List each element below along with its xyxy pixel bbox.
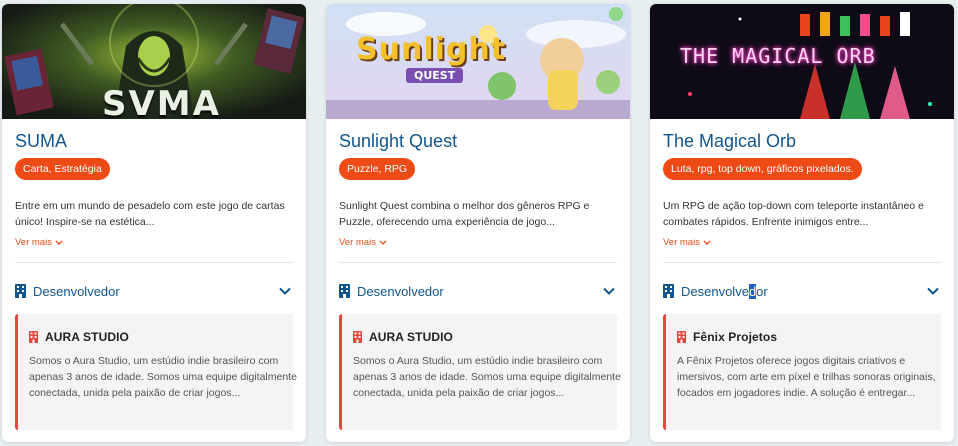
chevron-down-icon[interactable] xyxy=(602,284,616,298)
genre-tag: Puzzle, RPG xyxy=(339,158,416,180)
game-title[interactable]: Sunlight Quest xyxy=(339,131,457,152)
game-description: Sunlight Quest combina o melhor dos gêne… xyxy=(339,200,590,228)
see-more-label: Ver mais xyxy=(15,237,52,248)
chevron-down-icon[interactable] xyxy=(278,284,292,298)
building-icon xyxy=(663,284,674,298)
chevron-down-icon xyxy=(55,240,63,245)
genre-tag: Carta, Estratégia xyxy=(15,158,110,180)
game-card[interactable]: SVMA SUMA Carta, Estratégia Entre em um … xyxy=(2,4,306,442)
studio-name: AURA STUDIO xyxy=(369,330,453,344)
building-icon xyxy=(353,331,362,343)
studio-name: Fênix Projetos xyxy=(693,330,778,344)
divider xyxy=(663,262,941,263)
building-icon xyxy=(15,284,26,298)
studio-description: Somos o Aura Studio, um estúdio indie br… xyxy=(29,355,297,399)
building-icon xyxy=(29,331,38,343)
chevron-down-icon xyxy=(703,240,711,245)
developer-toggle[interactable]: Desenvolvedor xyxy=(15,281,293,301)
developer-label: Desenvolvedor xyxy=(357,283,444,299)
studio-description: A Fênix Projetos oferece jogos digitais … xyxy=(677,355,936,399)
developer-label: Desenvolvedor xyxy=(33,283,120,299)
studio-panel: AURA STUDIO Somos o Aura Studio, um estú… xyxy=(339,314,621,430)
divider xyxy=(339,262,617,263)
divider xyxy=(15,262,293,263)
cover-logo-subtext: QUEST xyxy=(406,68,464,83)
cover-logo-text: Sunlight xyxy=(356,32,507,67)
studio-panel: Fênix Projetos A Fênix Projetos oferece … xyxy=(663,314,941,430)
see-more-label: Ver mais xyxy=(663,237,700,248)
building-icon xyxy=(677,331,686,343)
game-card[interactable]: THE MAGICAL ORB The Magical Orb Luta, rp… xyxy=(650,4,954,442)
cover-logo-text: THE MAGICAL ORB xyxy=(680,44,876,68)
see-more-link[interactable]: Ver mais xyxy=(339,237,387,248)
see-more-label: Ver mais xyxy=(339,237,376,248)
game-cover-image[interactable]: THE MAGICAL ORB xyxy=(650,4,954,119)
developer-toggle[interactable]: Desenvolvedor xyxy=(339,281,617,301)
developer-toggle[interactable]: Desenvolvedor xyxy=(663,281,941,301)
studio-panel: AURA STUDIO Somos o Aura Studio, um estú… xyxy=(15,314,297,430)
chevron-down-icon xyxy=(379,240,387,245)
developer-label: Desenvolvedor xyxy=(681,283,768,299)
game-description: Entre em um mundo de pesadelo com este j… xyxy=(15,200,285,228)
game-description: Um RPG de ação top-down com teleporte in… xyxy=(663,200,924,228)
game-title[interactable]: The Magical Orb xyxy=(663,131,796,152)
building-icon xyxy=(339,284,350,298)
game-card[interactable]: Sunlight QUEST Sunlight Quest Puzzle, RP… xyxy=(326,4,630,442)
chevron-down-icon[interactable] xyxy=(926,284,940,298)
cover-logo-text: SVMA xyxy=(102,84,221,119)
see-more-link[interactable]: Ver mais xyxy=(15,237,63,248)
studio-name: AURA STUDIO xyxy=(45,330,129,344)
genre-tag: Luta, rpg, top down, gráficos pixelados. xyxy=(663,158,862,180)
see-more-link[interactable]: Ver mais xyxy=(663,237,711,248)
game-title[interactable]: SUMA xyxy=(15,131,67,152)
game-cover-image[interactable]: Sunlight QUEST xyxy=(326,4,630,119)
studio-description: Somos o Aura Studio, um estúdio indie br… xyxy=(353,355,621,399)
game-cover-image[interactable]: SVMA xyxy=(2,4,306,119)
